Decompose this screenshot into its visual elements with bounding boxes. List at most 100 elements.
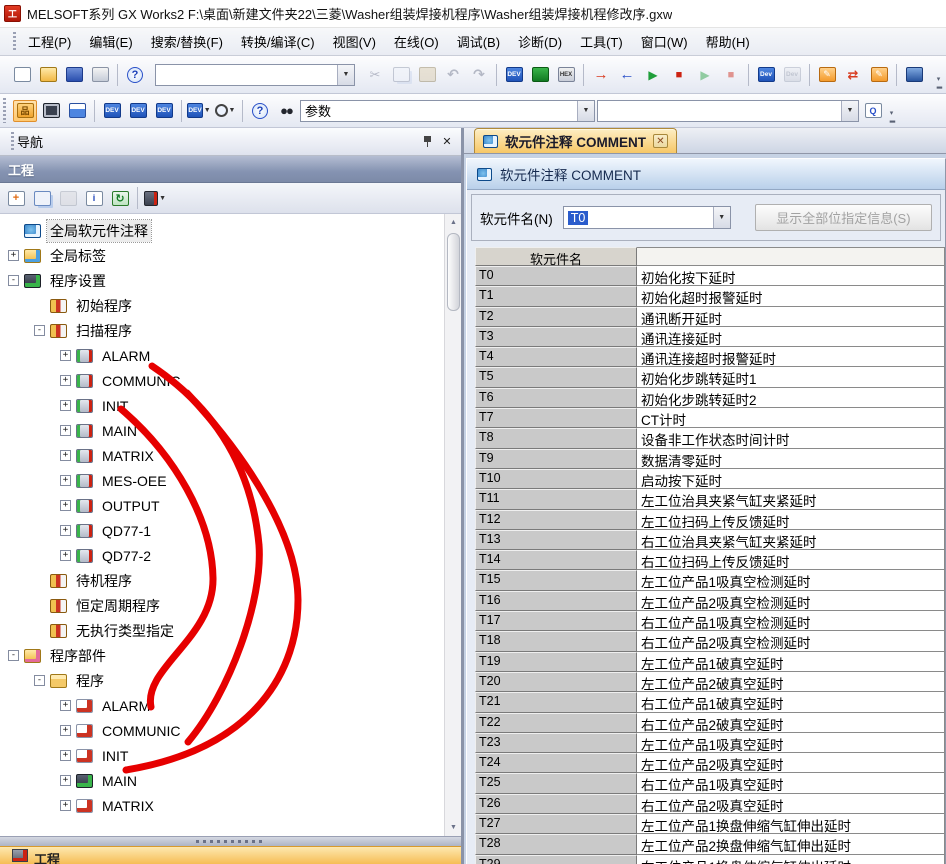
combo-dropdown-icon[interactable]: ▼ [713, 207, 730, 228]
dropdown-icon[interactable]: ▼ [204, 107, 211, 114]
help-icon[interactable]: ? [123, 64, 147, 86]
comment-cell[interactable]: 通讯断开延时 [637, 307, 945, 327]
tree-item-init[interactable]: +INIT [0, 743, 444, 768]
combo-dropdown-icon[interactable]: ▼ [337, 65, 354, 85]
device-name-combo[interactable]: T0 ▼ [563, 206, 731, 229]
tree-item-全局标签[interactable]: +全局标签 [0, 243, 444, 268]
pc-monitor-icon[interactable] [902, 64, 926, 86]
tree-item-communic[interactable]: +COMMUNIC [0, 368, 444, 393]
device-cell[interactable]: T19 [475, 652, 637, 672]
watch-combo[interactable]: 参数▼ [300, 100, 595, 122]
tree-item-扫描程序[interactable]: -扫描程序 [0, 318, 444, 343]
device-cell[interactable]: T5 [475, 367, 637, 387]
collapse-icon[interactable]: - [34, 675, 45, 686]
comment-back-icon[interactable]: ✎ [867, 64, 891, 86]
expand-icon[interactable]: + [60, 700, 71, 711]
comment-cell[interactable]: 右工位扫码上传反馈延时 [637, 550, 945, 570]
comment-cell[interactable]: 通讯连接超时报警延时 [637, 347, 945, 367]
save-icon[interactable] [62, 64, 86, 86]
collapse-icon[interactable]: - [8, 275, 19, 286]
comment-edit-icon[interactable]: ⇄ [841, 64, 865, 86]
expand-icon[interactable]: + [60, 400, 71, 411]
tree-item-mes-oee[interactable]: +MES-OEE [0, 468, 444, 493]
tree-item-output[interactable]: +OUTPUT [0, 493, 444, 518]
tree-item-init[interactable]: +INIT [0, 393, 444, 418]
scroll-down-icon[interactable]: ▼ [445, 819, 461, 836]
work-window-icon[interactable] [65, 100, 89, 122]
device-cell[interactable]: T3 [475, 327, 637, 347]
comment-jump-icon[interactable]: ✎ [815, 64, 839, 86]
comment-cell[interactable]: 左工位产品2破真空延时 [637, 672, 945, 692]
menu-4[interactable]: 视图(V) [324, 31, 385, 54]
device-test-icon[interactable]: Dev [754, 64, 778, 86]
device-display-icon[interactable]: DEV [502, 64, 526, 86]
device-cell[interactable]: T20 [475, 672, 637, 692]
close-icon[interactable]: ✕ [439, 134, 455, 149]
device-cell[interactable]: T28 [475, 834, 637, 854]
monitor-start-icon[interactable]: ▶ [641, 64, 665, 86]
menu-5[interactable]: 在线(O) [385, 31, 448, 54]
tree-item-程序设置[interactable]: -程序设置 [0, 268, 444, 293]
undo-icon[interactable]: ↶ [441, 64, 465, 86]
tree-item-全局软元件注释[interactable]: 全局软元件注释 [0, 218, 444, 243]
doc-find-icon[interactable]: Q [861, 100, 885, 122]
tree-item-matrix[interactable]: +MATRIX [0, 793, 444, 818]
device-table-icon[interactable]: DEV [126, 100, 150, 122]
device-cell[interactable]: T16 [475, 591, 637, 611]
tree-scrollbar[interactable]: ▲ ▼ [444, 214, 461, 836]
tree-item-程序[interactable]: -程序 [0, 668, 444, 693]
comment-cell[interactable]: 初始化步跳转延时2 [637, 388, 945, 408]
device-cell[interactable]: T21 [475, 692, 637, 712]
navigation-toggle-icon[interactable]: 品 [13, 100, 37, 122]
tab-device-comment[interactable]: 软元件注释 COMMENT ✕ [474, 128, 677, 153]
device-cell[interactable]: T15 [475, 570, 637, 590]
comment-cell[interactable]: 右工位产品1破真空延时 [637, 692, 945, 712]
expand-icon[interactable]: + [60, 425, 71, 436]
column-header-device[interactable]: 软元件名 [475, 247, 637, 266]
comment-cell[interactable]: 初始化按下延时 [637, 266, 945, 286]
comment-cell[interactable]: 启动按下延时 [637, 469, 945, 489]
comment-cell[interactable]: 设备非工作状态时间计时 [637, 428, 945, 448]
device-cell[interactable]: T10 [475, 469, 637, 489]
device-cell[interactable]: T6 [475, 388, 637, 408]
expand-icon[interactable]: + [60, 550, 71, 561]
device-cell[interactable]: T1 [475, 286, 637, 306]
tree-item-matrix[interactable]: +MATRIX [0, 443, 444, 468]
device-cell[interactable]: T4 [475, 347, 637, 367]
device-cell[interactable]: T8 [475, 428, 637, 448]
copy-item-icon[interactable] [30, 187, 54, 209]
find-zoom-icon[interactable]: ▼ [213, 100, 237, 122]
tree-item-alarm[interactable]: +ALARM [0, 693, 444, 718]
tree-item-待机程序[interactable]: 待机程序 [0, 568, 444, 593]
device-cell[interactable]: T12 [475, 510, 637, 530]
scroll-up-icon[interactable]: ▲ [445, 214, 461, 231]
comment-cell[interactable]: 左工位产品1吸真空延时 [637, 733, 945, 753]
device-cell[interactable]: T14 [475, 550, 637, 570]
device-eye-icon[interactable]: DEV▼ [187, 100, 211, 122]
device-cell[interactable]: T23 [475, 733, 637, 753]
tree-item-程序部件[interactable]: -程序部件 [0, 643, 444, 668]
expand-icon[interactable]: + [60, 750, 71, 761]
column-header-comment[interactable] [637, 247, 945, 266]
device-cell[interactable]: T7 [475, 408, 637, 428]
tree-item-main[interactable]: +MAIN [0, 418, 444, 443]
window-combo[interactable]: ▼ [597, 100, 859, 122]
comment-cell[interactable]: 右工位治具夹紧气缸夹紧延时 [637, 530, 945, 550]
show-all-bits-button[interactable]: 显示全部位指定信息(S) [755, 204, 932, 231]
expand-icon[interactable]: + [60, 525, 71, 536]
combo-dropdown-icon[interactable]: ▼ [577, 101, 594, 121]
quick-find-combo[interactable]: ▼ [155, 64, 355, 86]
dropdown-icon[interactable]: ▼ [159, 195, 166, 202]
tree-item-communic[interactable]: +COMMUNIC [0, 718, 444, 743]
device-cell[interactable]: T25 [475, 773, 637, 793]
collapse-icon[interactable]: - [34, 325, 45, 336]
expand-icon[interactable]: + [60, 350, 71, 361]
menu-1[interactable]: 编辑(E) [80, 31, 141, 54]
monitor-resume-icon[interactable]: ■ [719, 64, 743, 86]
device-cell[interactable]: T24 [475, 753, 637, 773]
device-cell[interactable]: T29 [475, 855, 637, 864]
expand-icon[interactable]: + [60, 725, 71, 736]
tree-item-恒定周期程序[interactable]: 恒定周期程序 [0, 593, 444, 618]
cut-icon[interactable]: ✂ [363, 64, 387, 86]
refresh-icon[interactable]: ↻ [108, 187, 132, 209]
